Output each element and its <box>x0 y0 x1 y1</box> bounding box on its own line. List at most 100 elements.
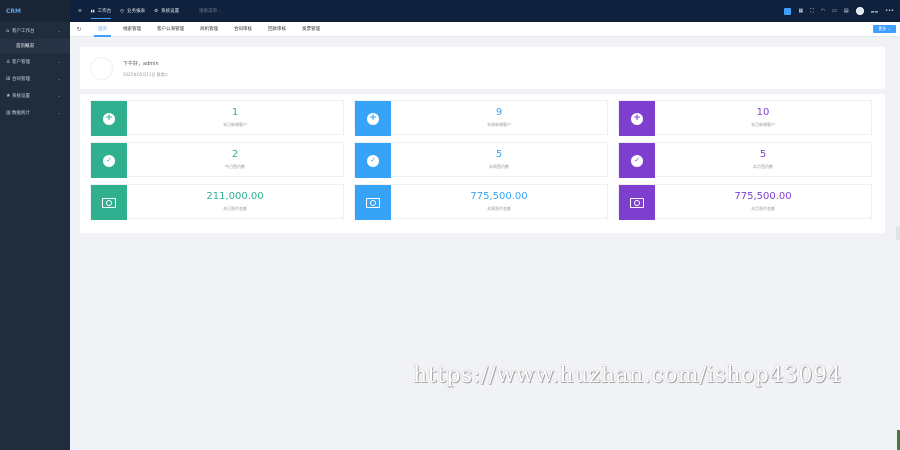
stat-value: 5 <box>495 149 503 160</box>
gear-icon: ⚙ <box>154 8 159 14</box>
stat-icon-box: + <box>355 101 391 136</box>
stats-panel: + 1 本日新增客户 + 9 本周新增客户 + 10 本月新增客户 ✓ 2 今日签约数 … <box>80 94 885 233</box>
sidebar-subitem-overview[interactable]: 首页概况 <box>0 39 70 53</box>
chevron-down-icon: ⌄ <box>57 76 61 81</box>
page-tabs: ↻ 首页 线索管理 客户公海管理 商机管理 合同审核 回款审核 发票管理 更多 … <box>70 22 900 37</box>
sidebar-item-label: 客户工作台 <box>12 28 35 34</box>
layout-icon[interactable] <box>784 7 792 15</box>
nav-reports[interactable]: ◷ 业务报表 <box>120 0 145 22</box>
date-text: 2021年05月11日 星期二 <box>123 72 169 77</box>
stat-card[interactable]: ✓ 2 今日签约数 <box>90 142 344 178</box>
plus-icon: + <box>367 112 379 125</box>
sidebar-item-workbench[interactable]: ⌂ 客户工作台 ⌄ <box>0 22 70 39</box>
stat-icon-box: + <box>91 101 127 136</box>
tab-contract-review[interactable]: 合同审核 <box>230 22 256 37</box>
sidebar-item-label: 合同管理 <box>12 76 30 82</box>
nav-label: 工作台 <box>97 9 112 14</box>
tab-payment-review[interactable]: 回款审核 <box>264 22 290 37</box>
sidebar-item-statistics[interactable]: ▥ 数据统计 ⌄ <box>0 104 70 121</box>
tab-invoices[interactable]: 发票管理 <box>298 22 324 37</box>
user-name[interactable]: ▬▬ <box>871 9 879 14</box>
menu-search-input[interactable]: 搜索菜单... <box>199 8 221 14</box>
sidebar-item-label: 客户管理 <box>12 59 30 65</box>
tab-leads[interactable]: 线索管理 <box>119 22 145 37</box>
check-icon: ✓ <box>103 154 115 167</box>
app-logo[interactable]: CRM <box>0 0 70 22</box>
headset-icon[interactable]: ◠ <box>821 8 825 14</box>
nav-workbench[interactable]: ▮▮ 工作台 <box>90 0 112 22</box>
money-icon <box>366 197 380 208</box>
chevron-down-icon: ⌄ <box>57 59 61 64</box>
stat-icon-box: ✓ <box>619 143 655 178</box>
side-drawer-handle[interactable] <box>896 226 900 240</box>
top-nav-bar: ≡ ▮▮ 工作台 ◷ 业务报表 ⚙ 系统设置 搜索菜单... ▦ ⛶ ◠ ▭ ▤… <box>70 0 900 22</box>
menu-toggle-icon[interactable]: ≡ <box>78 0 82 22</box>
stat-label: 本日新增客户 <box>223 122 247 127</box>
dashboard-icon: ▮▮ <box>90 9 95 13</box>
check-icon: ✓ <box>367 154 379 167</box>
stat-card[interactable]: + 10 本月新增客户 <box>618 100 872 136</box>
sidebar: CRM ⌂ 客户工作台 ⌄ 首页概况 ♙ 客户管理 ⌄ ⊞ 合同管理 ⌄ ★ 系… <box>0 0 70 450</box>
stat-value: 775,500.00 <box>470 191 528 202</box>
stat-label: 本月签约金额 <box>751 206 775 211</box>
stat-label: 本周签约金额 <box>487 206 511 211</box>
avatar[interactable] <box>855 7 864 15</box>
tab-customer-pool[interactable]: 客户公海管理 <box>153 22 188 37</box>
grid-icon[interactable]: ▦ <box>798 8 803 14</box>
nav-system-settings[interactable]: ⚙ 系统设置 <box>154 0 179 22</box>
topbar-actions: ▦ ⛶ ◠ ▭ ▤ ▬▬ ••• <box>784 0 894 22</box>
message-icon[interactable]: ▭ <box>832 8 837 14</box>
stat-value: 2 <box>231 149 239 160</box>
greeting-text: 下午好，admin <box>123 61 159 67</box>
nav-label: 业务报表 <box>127 9 146 14</box>
stat-label: 本周签约数 <box>489 164 509 169</box>
refresh-icon[interactable]: ↻ <box>72 26 86 33</box>
clock-icon: ◷ <box>120 8 125 14</box>
stat-value: 5 <box>759 149 767 160</box>
sidebar-item-customers[interactable]: ♙ 客户管理 ⌄ <box>0 53 70 70</box>
welcome-card: 下午好，admin 2021年05月11日 星期二 <box>80 47 885 89</box>
stat-icon-box <box>355 185 391 220</box>
stat-icon-box: + <box>619 101 655 136</box>
stats-grid: + 1 本日新增客户 + 9 本周新增客户 + 10 本月新增客户 ✓ 2 今日签约数 … <box>90 100 872 220</box>
sidebar-item-contracts[interactable]: ⊞ 合同管理 ⌄ <box>0 70 70 87</box>
more-icon[interactable]: ••• <box>885 8 894 14</box>
stat-label: 本月新增客户 <box>751 122 775 127</box>
stat-icon-box: ✓ <box>91 143 127 178</box>
chevron-down-icon: ⌄ <box>57 110 61 115</box>
stat-value: 1 <box>231 107 239 118</box>
stat-label: 本日签约金额 <box>223 206 247 211</box>
stat-icon-box <box>91 185 127 220</box>
stat-card[interactable]: + 9 本周新增客户 <box>354 100 608 136</box>
stat-label: 本月签约数 <box>753 164 773 169</box>
stat-value: 775,500.00 <box>734 191 792 202</box>
chevron-down-icon: ⌄ <box>57 28 61 33</box>
notification-icon[interactable]: ▤ <box>844 8 849 14</box>
stat-card[interactable]: ✓ 5 本月签约数 <box>618 142 872 178</box>
stat-card[interactable]: 775,500.00 本周签约金额 <box>354 184 608 220</box>
fullscreen-icon[interactable]: ⛶ <box>810 8 814 14</box>
stat-icon-box <box>619 185 655 220</box>
watermark-text: https://www.huzhan.com/ishop43094 <box>413 363 842 388</box>
stat-card[interactable]: + 1 本日新增客户 <box>90 100 344 136</box>
sidebar-item-label: 系统设置 <box>12 93 30 99</box>
chevron-down-icon: ⌄ <box>57 93 61 98</box>
check-icon: ✓ <box>631 154 643 167</box>
stat-card[interactable]: 775,500.00 本月签约金额 <box>618 184 872 220</box>
plus-icon: + <box>103 112 115 125</box>
stat-card[interactable]: 211,000.00 本日签约金额 <box>90 184 344 220</box>
tab-home[interactable]: 首页 <box>94 22 111 37</box>
stat-label: 本周新增客户 <box>487 122 511 127</box>
tabs-more-button[interactable]: 更多 ⌄ <box>873 25 896 33</box>
stat-card[interactable]: ✓ 5 本周签约数 <box>354 142 608 178</box>
tab-opportunities[interactable]: 商机管理 <box>196 22 222 37</box>
stat-value: 10 <box>756 107 770 118</box>
nav-label: 系统设置 <box>161 9 180 14</box>
avatar <box>90 57 113 80</box>
stat-icon-box: ✓ <box>355 143 391 178</box>
sidebar-item-settings[interactable]: ★ 系统设置 ⌄ <box>0 87 70 104</box>
money-icon <box>630 197 644 208</box>
money-icon <box>102 197 116 208</box>
sidebar-item-label: 数据统计 <box>12 110 30 116</box>
stat-value: 211,000.00 <box>206 191 264 202</box>
